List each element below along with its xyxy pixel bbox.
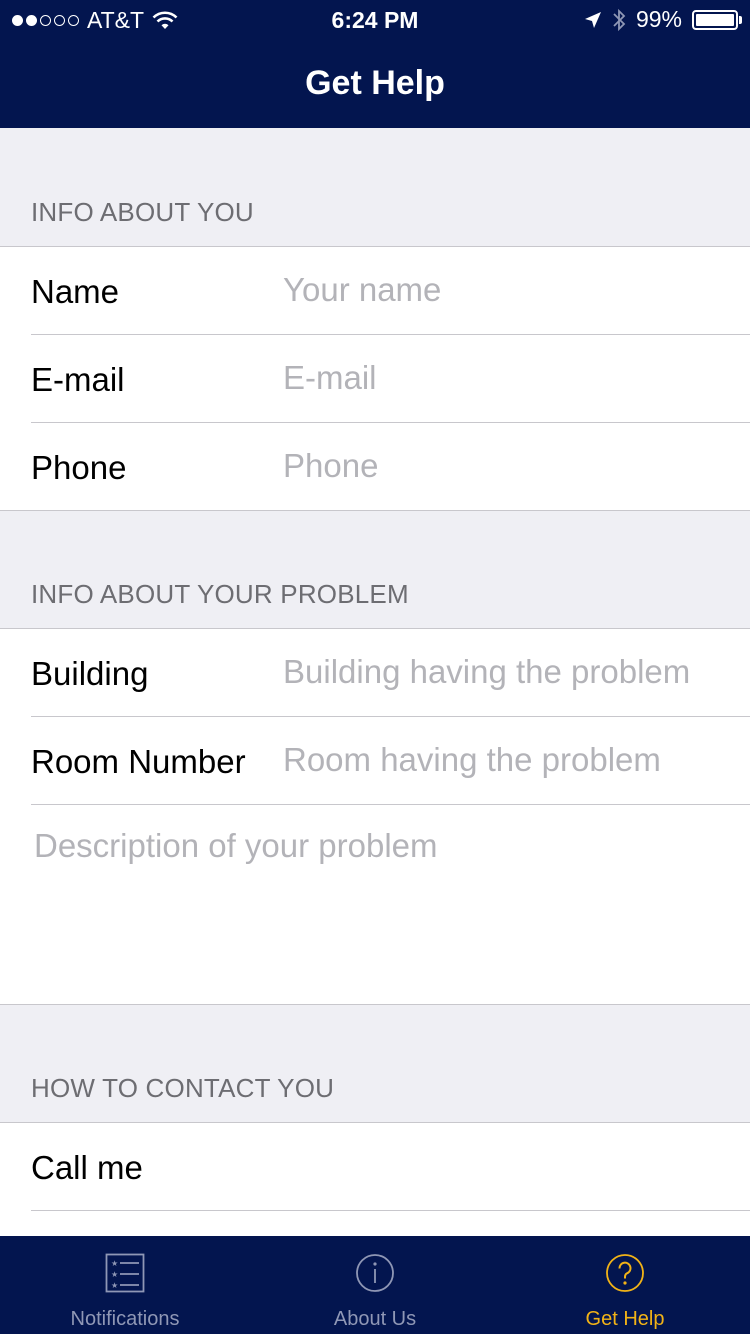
info-icon	[356, 1254, 394, 1292]
tab-label-get-help: Get Help	[585, 1308, 665, 1330]
status-bar: AT&T 6:24 PM 99%	[0, 0, 750, 40]
info-about-you-group: Name E-mail Phone	[0, 246, 750, 511]
call-me-label: Call me	[31, 1149, 143, 1186]
name-row: Name	[31, 247, 750, 335]
building-label: Building	[31, 655, 149, 692]
section-header-info-about-problem: INFO ABOUT YOUR PROBLEM	[31, 579, 409, 609]
name-field[interactable]	[283, 267, 723, 313]
question-icon	[606, 1254, 644, 1292]
name-label: Name	[31, 273, 120, 310]
tab-about-us[interactable]: About Us	[250, 1236, 500, 1334]
tab-label-about-us: About Us	[333, 1308, 417, 1330]
section-header-info-about-you: INFO ABOUT YOU	[31, 197, 254, 227]
battery-icon	[692, 9, 742, 30]
email-label: E-mail	[31, 361, 125, 398]
svg-text:★: ★	[111, 1281, 118, 1290]
svg-text:★: ★	[111, 1270, 118, 1279]
page-title: Get Help	[305, 64, 445, 102]
room-number-row: Room Number	[31, 717, 750, 805]
battery-level	[696, 13, 734, 26]
info-about-problem-group: Building Room Number	[0, 628, 750, 1005]
tab-get-help[interactable]: Get Help	[500, 1236, 750, 1334]
tab-notifications[interactable]: ★ ★ ★ Notifications	[0, 1236, 250, 1334]
room-number-field[interactable]	[283, 737, 723, 783]
battery-percent: 99%	[635, 6, 682, 32]
phone-row: Phone	[31, 423, 750, 511]
section-header-how-to-contact: HOW TO CONTACT YOU	[31, 1073, 335, 1103]
status-right: 99%	[584, 6, 742, 33]
email-field[interactable]	[283, 355, 723, 401]
tab-bar: ★ ★ ★ Notifications About Us Get Help	[0, 1236, 750, 1334]
tab-label-notifications: Notifications	[70, 1308, 180, 1330]
location-arrow-icon	[584, 11, 601, 28]
phone-field[interactable]	[283, 443, 723, 489]
building-row: Building	[31, 629, 750, 717]
building-field[interactable]	[283, 649, 723, 695]
description-textarea[interactable]	[34, 827, 734, 987]
bluetooth-icon	[613, 8, 626, 31]
phone-label: Phone	[31, 449, 127, 486]
room-number-label: Room Number	[31, 743, 246, 780]
description-row	[31, 805, 750, 1005]
list-icon: ★ ★ ★	[105, 1253, 145, 1293]
email-row: E-mail	[31, 335, 750, 423]
navigation-bar: Get Help	[0, 40, 750, 128]
svg-text:★: ★	[111, 1259, 118, 1268]
call-me-row[interactable]: Call me	[31, 1123, 750, 1211]
